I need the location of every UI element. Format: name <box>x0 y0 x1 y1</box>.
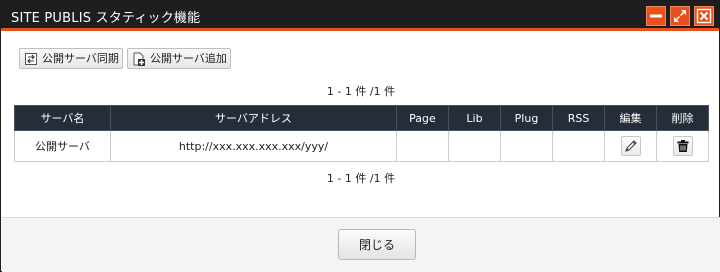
window-title: SITE PUBLIS スタティック機能 <box>11 11 201 26</box>
sync-server-label: 公開サーバ同期 <box>42 52 119 65</box>
column-header-rss: RSS <box>552 105 605 131</box>
edit-button[interactable] <box>620 136 641 156</box>
column-header-delete: 削除 <box>656 105 709 131</box>
minimize-icon <box>650 14 662 18</box>
sync-server-button[interactable]: 公開サーバ同期 <box>19 48 123 69</box>
column-header-page: Page <box>396 105 449 131</box>
maximize-icon <box>674 10 686 22</box>
title-bar[interactable]: SITE PUBLIS スタティック機能 <box>1 1 719 31</box>
add-server-button[interactable]: 公開サーバ追加 <box>127 48 231 69</box>
rss-cell <box>552 130 605 162</box>
column-header-server-address: サーバアドレス <box>110 105 397 131</box>
server-name-cell: 公開サーバ <box>14 130 111 162</box>
delete-button[interactable] <box>672 136 693 156</box>
page-cell <box>396 130 449 162</box>
close-icon <box>696 8 712 24</box>
column-header-server-name: サーバ名 <box>14 105 111 131</box>
add-server-label: 公開サーバ追加 <box>150 52 227 65</box>
minimize-button[interactable] <box>646 6 666 26</box>
pager-bottom: 1 - 1 件 /1 件 <box>326 172 396 185</box>
column-header-plug: Plug <box>500 105 553 131</box>
dialog-window: SITE PUBLIS スタティック機能 公開サーバ同期 公開サーバ追加 1 -… <box>0 0 720 272</box>
lib-cell <box>448 130 501 162</box>
server-address-cell: http://xxx.xxx.xxx.xxx/yyy/ <box>110 130 397 162</box>
edit-cell <box>604 130 657 162</box>
pager-top: 1 - 1 件 /1 件 <box>326 85 396 98</box>
column-header-lib: Lib <box>448 105 501 131</box>
delete-cell <box>656 130 709 162</box>
add-document-icon <box>133 52 145 66</box>
pencil-icon <box>624 140 637 152</box>
dialog-footer: 閉じる <box>2 217 720 272</box>
plug-cell <box>500 130 553 162</box>
table-row: 公開サーバ http://xxx.xxx.xxx.xxx/yyy/ <box>14 130 709 162</box>
server-table: サーバ名 サーバアドレス Page Lib Plug RSS 編集 削除 公開サ… <box>14 105 709 162</box>
sync-icon <box>25 53 37 65</box>
close-button[interactable]: 閉じる <box>338 229 416 260</box>
trash-icon <box>677 140 688 152</box>
maximize-button[interactable] <box>670 6 690 26</box>
column-header-edit: 編集 <box>604 105 657 131</box>
close-window-button[interactable] <box>694 6 714 26</box>
table-header-row: サーバ名 サーバアドレス Page Lib Plug RSS 編集 削除 <box>14 105 709 131</box>
